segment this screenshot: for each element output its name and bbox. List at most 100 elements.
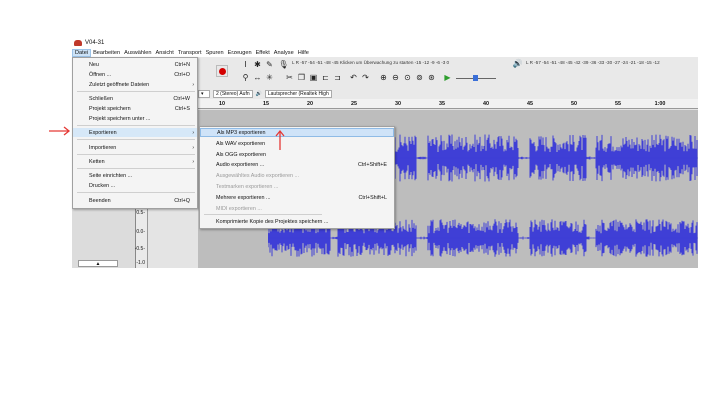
menu-bar: Datei Bearbeiten Auswählen Ansicht Trans… [72,48,698,57]
menu-datei[interactable]: Datei [72,48,92,57]
zoom-out-icon[interactable]: ⊖ [390,72,401,83]
play-at-speed-icon[interactable]: ▶ [442,72,453,83]
menu-auswaehlen[interactable]: Auswählen [122,50,153,56]
menu-item-projekt-speichern[interactable]: Projekt speichern Ctrl+S [73,104,197,113]
annotation-arrow-up-icon [275,129,285,150]
menu-item-als-mp3[interactable]: Als MP3 exportieren [200,128,394,137]
menu-transport[interactable]: Transport [176,50,204,56]
menu-hilfe[interactable]: Hilfe [296,50,311,56]
cut-icon[interactable]: ✂ [284,72,295,83]
device-toolbar: ▾ 2 (Stereo) Aufn 🔊 Lautsprecher (Realte… [198,89,698,99]
menu-analyse[interactable]: Analyse [272,50,296,56]
paste-icon[interactable]: ▣ [308,72,319,83]
zoom-toggle-icon[interactable]: ⊛ [426,72,437,83]
menu-item-label: Beenden [89,197,111,204]
record-meter[interactable]: L R -57 -54 -51 -48 -45 Klicken um Überw… [292,60,449,65]
menu-item-als-wav[interactable]: Als WAV exportieren [200,139,394,148]
menu-item-beenden[interactable]: Beenden Ctrl+Q [73,196,197,205]
timeline-ruler[interactable]: 10 15 20 25 30 35 40 45 50 55 1:00 [198,99,698,109]
menu-item-shortcut: Ctrl+Shift+E [357,161,387,168]
zoom-in-icon[interactable]: ⊕ [378,72,389,83]
menu-item-exportieren[interactable]: Exportieren › [73,128,197,137]
amplitude-scale: 0.5- 0.0- -0.5- -1.0 [134,208,148,268]
menu-item-shortcut: Ctrl+S [174,105,190,112]
ruler-tick: 40 [483,101,489,107]
menu-item-label: Ausgewähltes Audio exportieren ... [216,172,300,179]
menu-item-label: Ketten [89,158,105,165]
chevron-right-icon: › [192,144,194,151]
ruler-tick: 25 [351,101,357,107]
undo-icon[interactable]: ↶ [348,72,359,83]
chevron-right-icon: › [192,129,194,136]
draw-tool-icon[interactable]: ✎ [264,59,275,70]
menu-item-label: Öffnen ... [89,71,112,78]
menu-item-importieren[interactable]: Importieren › [73,143,197,152]
scale-label: -1.0 [136,260,145,266]
playback-meter[interactable]: L R -57 -54 -51 -48 -45 -42 -39 -36 -33 … [526,60,660,65]
menu-item-mehrere-exportieren[interactable]: Mehrere exportieren ... Ctrl+Shift+L [200,193,394,202]
export-submenu: Als MP3 exportieren Als WAV exportieren … [199,126,395,229]
fit-project-icon[interactable]: ⊚ [414,72,425,83]
menu-ansicht[interactable]: Ansicht [154,50,176,56]
window-title: V04-31 [85,40,105,46]
menu-item-label: Als WAV exportieren [216,140,266,147]
menu-item-als-ogg[interactable]: Als OGG exportieren [200,150,394,159]
host-select[interactable]: ▾ [198,90,210,98]
ruler-tick: 30 [395,101,401,107]
menu-item-label: Projekt speichern [89,105,131,112]
selection-tool-icon[interactable]: I [240,59,251,70]
multi-tool-icon[interactable]: ✳ [264,72,275,83]
redo-icon[interactable]: ↷ [360,72,371,83]
ruler-tick: 45 [527,101,533,107]
menu-item-label: Drucken ... [89,182,116,189]
record-button[interactable] [216,65,228,77]
menu-item-drucken[interactable]: Drucken ... [73,181,197,190]
menu-item-neu[interactable]: Neu Ctrl+N [73,60,197,69]
microphone-icon[interactable]: 🎙 [278,59,289,70]
menu-separator [77,192,195,193]
ruler-tick: 50 [571,101,577,107]
menu-erzeugen[interactable]: Erzeugen [226,50,254,56]
collapse-track-button[interactable]: ▲ [78,260,118,267]
menu-item-label: MIDI exportieren ... [216,205,262,212]
menu-item-shortcut: Ctrl+N [174,61,190,68]
menu-item-seite-einrichten[interactable]: Seite einrichten ... [73,171,197,180]
menu-item-textmarken: Textmarken exportieren ... [200,182,394,191]
menu-item-shortcut: Ctrl+Q [174,197,190,204]
menu-item-schliessen[interactable]: Schließen Ctrl+W [73,94,197,103]
menu-spuren[interactable]: Spuren [204,50,226,56]
menu-item-oeffnen[interactable]: Öffnen ... Ctrl+O [73,70,197,79]
menu-bearbeiten[interactable]: Bearbeiten [91,50,122,56]
menu-item-label: Zuletzt geöffnete Dateien [89,81,150,88]
menu-separator [77,139,195,140]
menu-item-ketten[interactable]: Ketten › [73,157,197,166]
copy-icon[interactable]: ❐ [296,72,307,83]
timeshift-tool-icon[interactable]: ↔ [252,72,263,83]
trim-icon[interactable]: ⊏ [320,72,331,83]
file-menu-dropdown: Neu Ctrl+N Öffnen ... Ctrl+O Zuletzt geöff… [72,57,198,209]
envelope-tool-icon[interactable]: ✱ [252,59,263,70]
scale-label: 0.0- [136,229,145,235]
silence-icon[interactable]: ⊐ [332,72,343,83]
menu-separator [77,154,195,155]
speaker-icon[interactable]: 🔊 [512,58,523,69]
menu-item-komprimierte-kopie[interactable]: Komprimierte Kopie des Projektes speiche… [200,217,394,226]
menu-item-label: Audio exportieren ... [216,161,265,168]
annotation-arrow-right-icon [49,126,71,136]
menu-item-projekt-speichern-unter[interactable]: Projekt speichern unter ... [73,114,197,123]
menu-item-label: Als OGG exportieren [216,151,267,158]
fit-selection-icon[interactable]: ⊙ [402,72,413,83]
ruler-tick: 35 [439,101,445,107]
output-device-select[interactable]: Lautsprecher (Realtek High [264,90,332,98]
menu-item-audio-exportieren[interactable]: Audio exportieren ... Ctrl+Shift+E [200,160,394,169]
speed-slider-thumb[interactable] [473,75,478,81]
channels-select[interactable]: 2 (Stereo) Aufn [213,90,253,98]
menu-item-label: Komprimierte Kopie des Projektes speiche… [216,218,329,225]
menu-item-shortcut: Ctrl+O [174,71,190,78]
menu-item-zuletzt[interactable]: Zuletzt geöffnete Dateien › [73,80,197,89]
scale-label: -0.5- [134,246,145,252]
ruler-tick: 10 [219,101,225,107]
speaker-device-icon: 🔊 [255,91,262,97]
zoom-tool-icon[interactable]: ⚲ [240,72,251,83]
menu-effekt[interactable]: Effekt [254,50,272,56]
